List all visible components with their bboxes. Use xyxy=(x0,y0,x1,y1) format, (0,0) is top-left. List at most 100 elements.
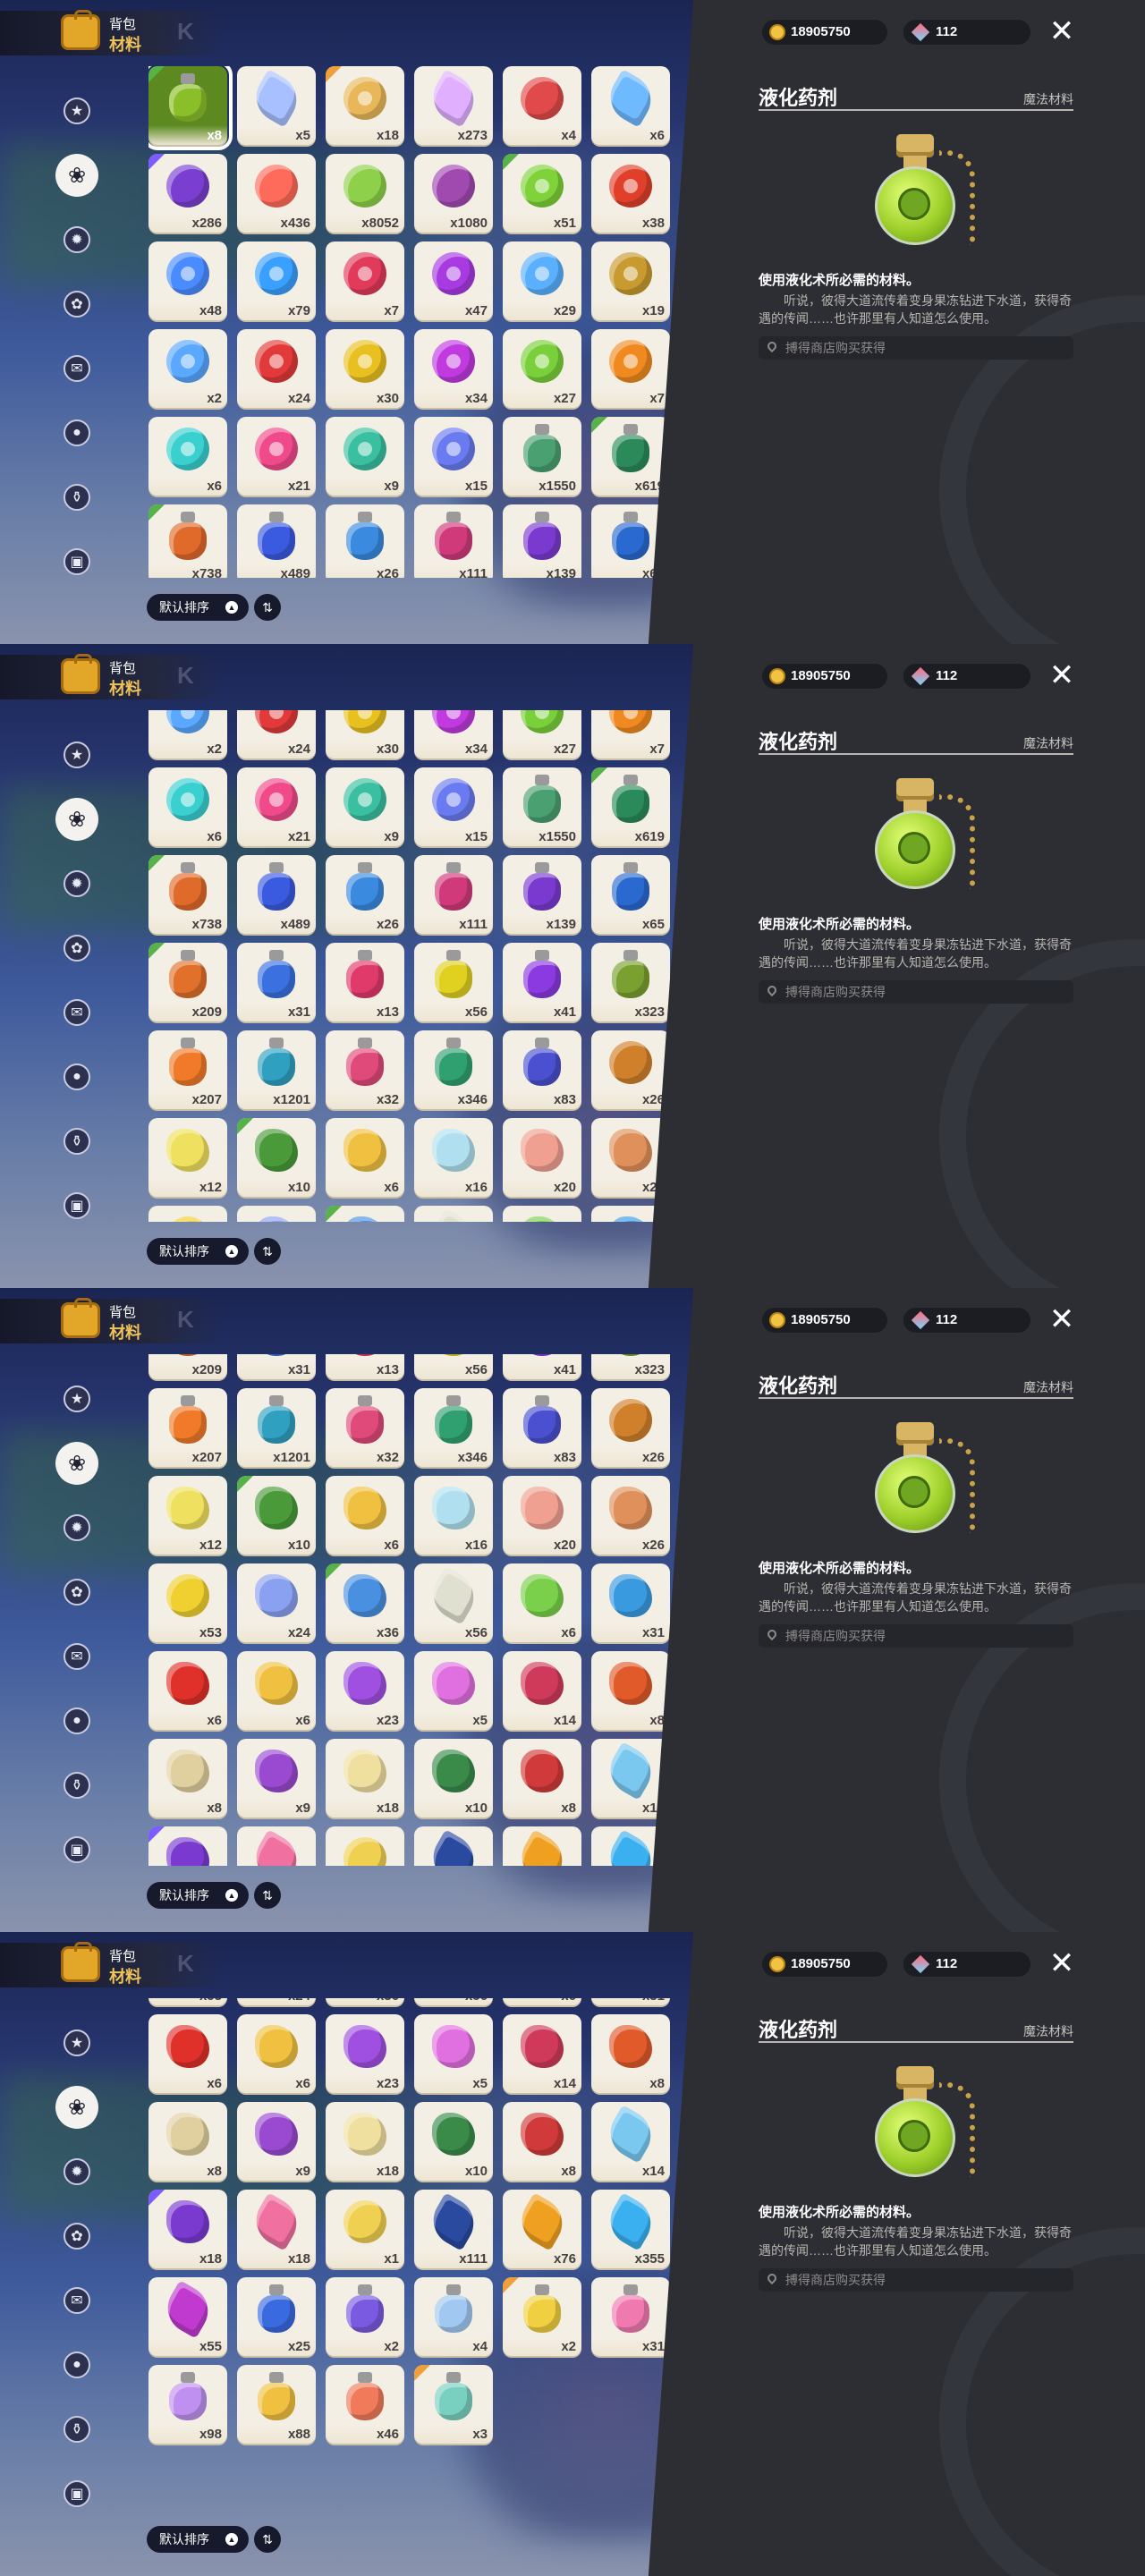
category-tab-card[interactable]: ✉ xyxy=(55,1635,98,1678)
inventory-item[interactable]: x24 xyxy=(237,329,316,408)
inventory-item[interactable]: x56 xyxy=(414,1563,493,1642)
inventory-item[interactable]: x24 xyxy=(237,710,316,758)
inventory-item[interactable]: x111 xyxy=(414,504,493,578)
inventory-item[interactable]: x111 xyxy=(414,1826,493,1866)
inventory-item[interactable]: x36 xyxy=(326,1563,404,1642)
inventory-item[interactable]: x10 xyxy=(414,1739,493,1818)
inventory-item[interactable]: x8 xyxy=(148,2102,227,2181)
inventory-item[interactable]: x1080 xyxy=(414,154,493,233)
inventory-item[interactable]: x14 xyxy=(591,2102,670,2181)
inventory-item[interactable]: x10 xyxy=(414,2102,493,2181)
inventory-item[interactable]: x139 xyxy=(503,855,581,934)
inventory-item[interactable]: x1 xyxy=(326,2190,404,2268)
inventory-item[interactable]: x24 xyxy=(237,1563,316,1642)
inventory-item[interactable]: x489 xyxy=(237,504,316,578)
inventory-item[interactable]: x10 xyxy=(237,1476,316,1555)
inventory-item[interactable]: x207 xyxy=(148,1388,227,1467)
inventory-item[interactable]: x6 xyxy=(237,2014,316,2093)
inventory-item[interactable]: x36 xyxy=(326,1998,404,2005)
sort-button[interactable]: 默认排序 ▲ xyxy=(147,594,249,621)
sort-order-toggle-icon[interactable]: ⇅ xyxy=(254,1882,281,1909)
inventory-item[interactable]: x8 xyxy=(503,1739,581,1818)
category-tab-potion[interactable]: ⚱ xyxy=(55,1764,98,1807)
inventory-item[interactable]: x15 xyxy=(414,417,493,496)
inventory-item[interactable]: x56 xyxy=(414,1206,493,1222)
category-tab-leaf[interactable]: ❀ xyxy=(55,798,98,841)
category-tab-fire[interactable]: ✿ xyxy=(55,2215,98,2258)
inventory-item[interactable]: x14 xyxy=(503,2014,581,2093)
category-tab-chest[interactable]: ▣ xyxy=(55,540,98,583)
category-tab-gear[interactable]: ✹ xyxy=(55,218,98,261)
inventory-item[interactable]: x32 xyxy=(326,1388,404,1467)
inventory-item[interactable]: x31 xyxy=(237,943,316,1021)
category-tab-chest[interactable]: ▣ xyxy=(55,1828,98,1871)
sort-button[interactable]: 默认排序 ▲ xyxy=(147,1882,249,1909)
inventory-item[interactable]: x31 xyxy=(591,2277,670,2356)
inventory-item[interactable]: x31 xyxy=(591,1563,670,1642)
inventory-item[interactable]: x6 xyxy=(591,66,670,145)
inventory-item[interactable]: x36 xyxy=(326,1206,404,1222)
inventory-item[interactable]: x32 xyxy=(326,1030,404,1109)
inventory-item[interactable]: x8052 xyxy=(326,154,404,233)
inventory-item[interactable]: x1 xyxy=(326,1826,404,1866)
inventory-item[interactable]: x2 xyxy=(148,329,227,408)
inventory-item[interactable]: x26 xyxy=(591,1030,670,1109)
inventory-item[interactable]: x273 xyxy=(414,66,493,145)
inventory-item[interactable]: x13 xyxy=(326,943,404,1021)
inventory-item[interactable]: x18 xyxy=(237,1826,316,1866)
inventory-item[interactable]: x6 xyxy=(148,417,227,496)
inventory-item[interactable]: x26 xyxy=(591,1388,670,1467)
category-tab-gear[interactable]: ✹ xyxy=(55,1506,98,1549)
category-tab-fire[interactable]: ✿ xyxy=(55,1571,98,1614)
inventory-item[interactable]: x19 xyxy=(591,242,670,320)
inventory-item[interactable]: x53 xyxy=(148,1563,227,1642)
inventory-item[interactable]: x1201 xyxy=(237,1030,316,1109)
inventory-item[interactable]: x48 xyxy=(148,242,227,320)
category-tab-ball[interactable]: ● xyxy=(55,2343,98,2386)
inventory-item[interactable]: x34 xyxy=(414,329,493,408)
inventory-item[interactable]: x2 xyxy=(148,710,227,758)
sort-button[interactable]: 默认排序 ▲ xyxy=(147,1238,249,1265)
inventory-item[interactable]: x83 xyxy=(503,1030,581,1109)
category-tab-potion[interactable]: ⚱ xyxy=(55,1120,98,1163)
inventory-item[interactable]: x8 xyxy=(148,1739,227,1818)
inventory-item[interactable]: x111 xyxy=(414,2190,493,2268)
inventory-item[interactable]: x18 xyxy=(237,2190,316,2268)
inventory-item[interactable]: x30 xyxy=(326,710,404,758)
inventory-item[interactable]: x16 xyxy=(414,1476,493,1555)
category-tab-card[interactable]: ✉ xyxy=(55,347,98,390)
inventory-item[interactable]: x436 xyxy=(237,154,316,233)
inventory-item[interactable]: x5 xyxy=(237,66,316,145)
category-tab-fire[interactable]: ✿ xyxy=(55,927,98,970)
inventory-item[interactable]: x24 xyxy=(237,1998,316,2005)
inventory-item[interactable]: x76 xyxy=(503,2190,581,2268)
inventory-item[interactable]: x41 xyxy=(503,1354,581,1379)
inventory-item[interactable]: x6 xyxy=(326,1118,404,1197)
inventory-item[interactable]: x5 xyxy=(414,1651,493,1730)
inventory-item[interactable]: x3 xyxy=(414,2365,493,2444)
inventory-item[interactable]: x346 xyxy=(414,1030,493,1109)
category-tab-gear[interactable]: ✹ xyxy=(55,862,98,905)
category-tab-ball[interactable]: ● xyxy=(55,411,98,454)
inventory-item[interactable]: x5 xyxy=(414,2014,493,2093)
inventory-item[interactable]: x323 xyxy=(591,1354,670,1379)
category-tab-gear[interactable]: ✹ xyxy=(55,2150,98,2193)
inventory-item[interactable]: x23 xyxy=(326,2014,404,2093)
inventory-item[interactable]: x489 xyxy=(237,855,316,934)
inventory-item[interactable]: x21 xyxy=(237,417,316,496)
inventory-item[interactable]: x209 xyxy=(148,1354,227,1379)
inventory-item[interactable]: x8 xyxy=(503,2102,581,2181)
inventory-item[interactable]: x27 xyxy=(503,710,581,758)
inventory-item[interactable]: x30 xyxy=(326,329,404,408)
inventory-item[interactable]: x9 xyxy=(326,767,404,846)
close-icon[interactable]: ✕ xyxy=(1047,1948,1077,1979)
inventory-item[interactable]: x15 xyxy=(414,767,493,846)
inventory-item[interactable]: x10 xyxy=(237,1118,316,1197)
category-tab-ball[interactable]: ● xyxy=(55,1055,98,1098)
category-tab-card[interactable]: ✉ xyxy=(55,2279,98,2322)
inventory-item[interactable]: x46 xyxy=(326,2365,404,2444)
inventory-item[interactable]: x83 xyxy=(503,1388,581,1467)
inventory-item[interactable]: x18 xyxy=(148,1826,227,1866)
category-tab-potion[interactable]: ⚱ xyxy=(55,476,98,519)
inventory-item[interactable]: x16 xyxy=(414,1118,493,1197)
